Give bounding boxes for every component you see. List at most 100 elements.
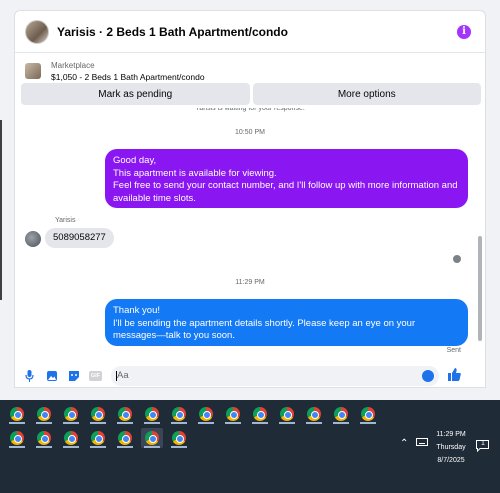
taskbar-app-button[interactable] [141, 404, 163, 424]
notification-count: 1 [481, 440, 485, 447]
taskbar-app-button[interactable] [6, 428, 28, 448]
chat-title[interactable]: Yarisis · 2 Beds 1 Bath Apartment/condo [57, 25, 288, 39]
chrome-icon [64, 431, 78, 445]
chrome-icon [361, 407, 375, 421]
mark-as-pending-button[interactable]: Mark as pending [21, 83, 250, 105]
waiting-notice: Yarisis is waiting for your response. [195, 108, 305, 112]
open-indicator [63, 422, 79, 424]
taskbar-app-button[interactable] [87, 428, 109, 448]
open-indicator [90, 446, 106, 448]
window-edge [0, 120, 2, 300]
scrollbar-thumb[interactable] [478, 236, 482, 341]
chrome-icon [253, 407, 267, 421]
outgoing-message[interactable]: Good day, This apartment is available fo… [105, 149, 468, 208]
taskbar-app-button[interactable] [141, 428, 163, 448]
taskbar-app-button[interactable] [357, 404, 379, 424]
taskbar-app-button[interactable] [60, 428, 82, 448]
taskbar-app-button[interactable] [330, 404, 352, 424]
open-indicator [360, 422, 376, 424]
taskbar-app-button[interactable] [114, 428, 136, 448]
chrome-icon [334, 407, 348, 421]
open-indicator [171, 446, 187, 448]
chat-header: Yarisis · 2 Beds 1 Bath Apartment/condo … [15, 11, 485, 53]
input-placeholder: Aa [117, 370, 129, 381]
chrome-icon [91, 407, 105, 421]
open-indicator [144, 446, 160, 448]
listing-image [25, 63, 41, 79]
chrome-icon [145, 407, 159, 421]
taskbar-app-button[interactable] [87, 404, 109, 424]
info-icon[interactable]: i [457, 25, 471, 39]
sender-name: Yarisis [55, 217, 76, 224]
chrome-icon [199, 407, 213, 421]
notification-icon[interactable]: 1 [476, 440, 489, 455]
open-indicator [225, 422, 241, 424]
taskbar-app-button[interactable] [222, 404, 244, 424]
taskbar-app-button[interactable] [168, 428, 190, 448]
chrome-icon [307, 407, 321, 421]
clock-time: 11:29 PM [436, 431, 466, 438]
taskbar-app-button[interactable] [33, 404, 55, 424]
listing-thumbnail[interactable] [25, 19, 49, 44]
taskbar-row [6, 428, 190, 448]
chrome-icon [91, 431, 105, 445]
open-indicator [63, 446, 79, 448]
outgoing-message[interactable]: Thank you! I'll be sending the apartment… [105, 299, 468, 346]
chrome-icon [10, 407, 24, 421]
clock-date: 8/7/2025 [437, 457, 465, 464]
chrome-icon [172, 431, 186, 445]
chevron-up-icon[interactable]: ⌃ [400, 438, 408, 449]
message-status: Sent [446, 347, 461, 354]
listing-actions: Mark as pending More options [21, 83, 481, 105]
incoming-message[interactable]: 5089058277 [45, 228, 114, 248]
like-icon[interactable] [448, 368, 461, 384]
chrome-icon [280, 407, 294, 421]
marketplace-listing[interactable]: Marketplace $1,050 - 2 Beds 1 Bath Apart… [15, 57, 485, 85]
scrollbar[interactable] [477, 131, 483, 343]
open-indicator [144, 422, 160, 424]
taskbar-app-button[interactable] [168, 404, 190, 424]
open-indicator [279, 422, 295, 424]
open-indicator [90, 422, 106, 424]
open-indicator [306, 422, 322, 424]
sticker-icon[interactable] [67, 370, 80, 383]
keyboard-icon[interactable] [416, 438, 429, 449]
taskbar-app-button[interactable] [60, 404, 82, 424]
open-indicator [36, 446, 52, 448]
microphone-icon[interactable] [23, 370, 36, 383]
open-indicator [171, 422, 187, 424]
more-options-button[interactable]: More options [252, 83, 481, 105]
taskbar-app-button[interactable] [303, 404, 325, 424]
avatar[interactable] [25, 231, 41, 247]
chrome-icon [145, 431, 159, 445]
chrome-icon [64, 407, 78, 421]
open-indicator [252, 422, 268, 424]
chrome-icon [118, 407, 132, 421]
open-indicator [9, 422, 25, 424]
taskbar-app-button[interactable] [6, 404, 28, 424]
taskbar-app-button[interactable] [276, 404, 298, 424]
clock[interactable]: 11:29 PM Thursday 8/7/2025 [430, 428, 472, 467]
message-text: 5089058277 [53, 232, 106, 243]
photo-icon[interactable] [45, 370, 58, 383]
taskbar-app-button[interactable] [33, 428, 55, 448]
taskbar-app-button[interactable] [249, 404, 271, 424]
taskbar-app-button[interactable] [114, 404, 136, 424]
timestamp: 11:29 PM [235, 279, 265, 286]
emoji-icon[interactable] [422, 370, 434, 382]
message-input[interactable]: Aa [111, 366, 439, 386]
open-indicator [198, 422, 214, 424]
taskbar-app-button[interactable] [195, 404, 217, 424]
text-caret [116, 371, 117, 381]
open-indicator [9, 446, 25, 448]
taskbar-row [6, 404, 379, 424]
composer: GIF Aa [15, 363, 485, 387]
marketplace-label: Marketplace [51, 60, 95, 70]
gif-icon[interactable]: GIF [89, 371, 102, 381]
clock-day: Thursday [436, 444, 466, 451]
chrome-icon [37, 431, 51, 445]
chat-window: Yarisis · 2 Beds 1 Bath Apartment/condo … [14, 10, 486, 388]
system-tray: ⌃ [400, 438, 429, 449]
message-text: Good day, This apartment is available fo… [113, 155, 458, 204]
open-indicator [117, 446, 133, 448]
